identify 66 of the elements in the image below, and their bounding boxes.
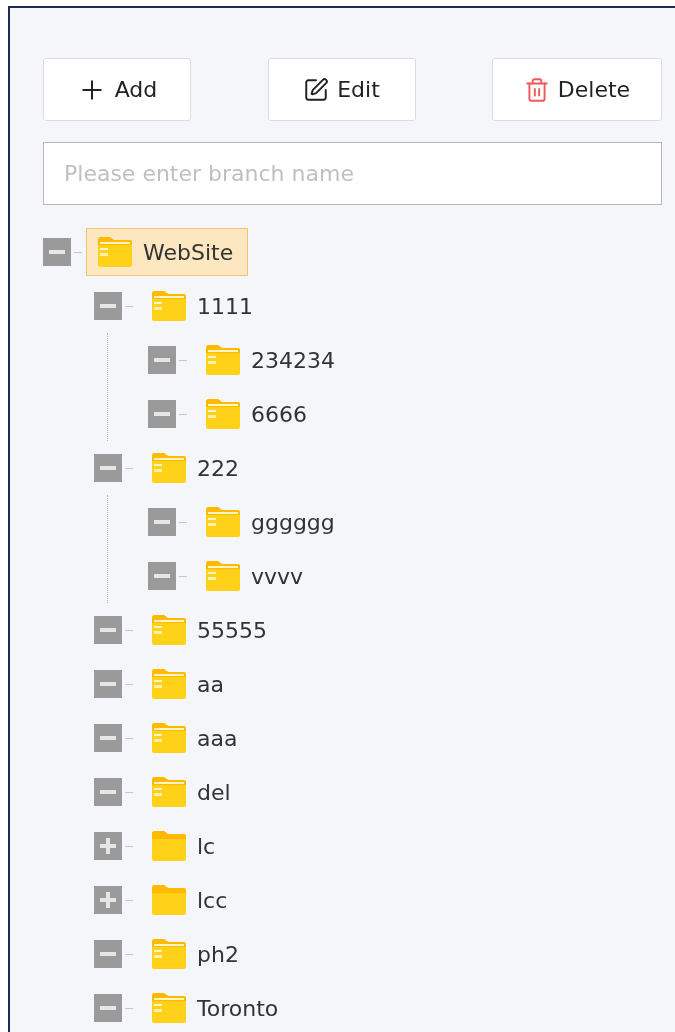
tree-node[interactable]: 6666 (194, 390, 322, 438)
collapse-toggle[interactable] (148, 508, 176, 536)
tree-node[interactable]: 222 (140, 444, 254, 492)
collapse-toggle[interactable] (43, 238, 71, 266)
folder-icon (205, 344, 241, 376)
folder-icon (151, 668, 187, 700)
tree-node[interactable]: lcc (140, 876, 243, 924)
minus-icon (100, 628, 116, 632)
collapse-toggle[interactable] (94, 454, 122, 482)
delete-button[interactable]: Delete (492, 58, 662, 121)
tree-node[interactable]: del (140, 768, 246, 816)
collapse-toggle[interactable] (94, 724, 122, 752)
tree-node[interactable]: 1111 (140, 282, 268, 330)
minus-icon (154, 358, 170, 362)
tree-node[interactable]: WebSite (86, 228, 249, 276)
folder-icon (151, 776, 187, 808)
collapse-toggle[interactable] (148, 346, 176, 374)
folder-icon (205, 398, 241, 430)
minus-icon (154, 574, 170, 578)
minus-icon (100, 304, 116, 308)
folder-icon (151, 830, 187, 862)
tree-node[interactable]: 55555 (140, 606, 282, 654)
collapse-toggle[interactable] (94, 292, 122, 320)
minus-icon (100, 790, 116, 794)
tree-node[interactable]: aa (140, 660, 239, 708)
folder-icon (205, 506, 241, 538)
folder-icon (205, 560, 241, 592)
collapse-toggle[interactable] (148, 400, 176, 428)
trash-icon (523, 76, 550, 103)
edit-button[interactable]: Edit (267, 58, 416, 121)
add-button[interactable]: Add (43, 58, 191, 121)
expand-toggle[interactable] (94, 886, 122, 914)
minus-icon (49, 250, 65, 254)
folder-icon (151, 884, 187, 916)
plus-icon (100, 838, 116, 854)
tree-node[interactable]: Toronto (140, 984, 294, 1032)
tree-node[interactable]: vvvv (194, 552, 319, 600)
minus-icon (154, 520, 170, 524)
minus-icon (100, 736, 116, 740)
minus-icon (100, 682, 116, 686)
folder-icon (151, 452, 187, 484)
minus-icon (154, 412, 170, 416)
folder-icon (151, 614, 187, 646)
folder-icon (151, 290, 187, 322)
collapse-toggle[interactable] (94, 778, 122, 806)
collapse-toggle[interactable] (94, 994, 122, 1022)
edit-icon (303, 76, 330, 103)
minus-icon (100, 1006, 116, 1010)
folder-icon (151, 722, 187, 754)
tree-node[interactable]: ph2 (140, 930, 254, 978)
search-field[interactable]: Please enter branch name (43, 142, 662, 205)
tree-node[interactable]: aaa (140, 714, 253, 762)
collapse-toggle[interactable] (94, 940, 122, 968)
collapse-toggle[interactable] (94, 670, 122, 698)
minus-icon (100, 466, 116, 470)
tree-node[interactable]: gggggg (194, 498, 350, 546)
folder-icon (151, 938, 187, 970)
folder-icon (151, 992, 187, 1024)
tree-node[interactable]: 234234 (194, 336, 350, 384)
tree-node[interactable]: lc (140, 822, 231, 870)
folder-icon (97, 236, 133, 268)
plus-icon (100, 892, 116, 908)
minus-icon (100, 952, 116, 956)
collapse-toggle[interactable] (148, 562, 176, 590)
collapse-toggle[interactable] (94, 616, 122, 644)
expand-toggle[interactable] (94, 832, 122, 860)
